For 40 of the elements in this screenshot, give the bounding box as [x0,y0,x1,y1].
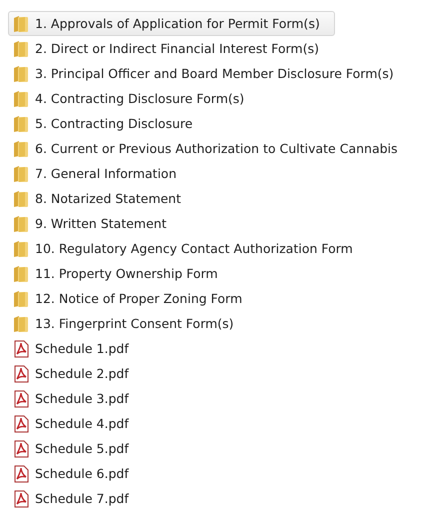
folder-icon [13,90,29,108]
pdf-file-icon [13,464,29,482]
file-item[interactable]: Schedule 2.pdf [8,361,335,386]
file-item[interactable]: Schedule 1.pdf [8,336,335,361]
file-item[interactable]: 3. Principal Officer and Board Member Disclosure Form(s) [8,61,401,86]
file-item[interactable]: 1. Approvals of Application for Permit Form(s) [8,11,335,36]
file-item[interactable]: Schedule 6.pdf [8,461,335,486]
folder-icon [13,40,29,58]
pdf-file-icon [13,390,29,408]
folder-icon [13,140,29,158]
file-item[interactable]: 9. Written Statement [8,211,335,236]
folder-icon [13,114,29,132]
file-item[interactable]: 5. Contracting Disclosure [8,111,335,136]
file-item[interactable]: Schedule 7.pdf [8,486,335,511]
pdf-file-icon [13,490,29,508]
folder-icon [13,290,29,308]
folder-icon [13,64,29,82]
file-item[interactable]: 2. Direct or Indirect Financial Interest Form(s) [8,36,335,61]
file-item[interactable]: Schedule 5.pdf [8,436,335,461]
file-item[interactable]: 4. Contracting Disclosure Form(s) [8,86,335,111]
file-item[interactable]: 12. Notice of Proper Zoning Form [8,286,335,311]
folder-icon [13,14,29,32]
folder-icon [13,314,29,332]
folder-icon [13,240,29,258]
file-item[interactable]: 7. General Information [8,161,335,186]
file-item[interactable]: 6. Current or Previous Authorization to Cultivate Cannabis [8,136,405,161]
pdf-file-icon [13,340,29,358]
pdf-file-icon [13,414,29,432]
file-item[interactable]: 8. Notarized Statement [8,186,335,211]
file-item[interactable]: 11. Property Ownership Form [8,261,335,286]
file-item[interactable]: Schedule 3.pdf [8,386,335,411]
folder-icon [13,164,29,182]
folder-icon [13,190,29,208]
pdf-file-icon [13,440,29,458]
folder-icon [13,214,29,232]
pdf-file-icon [13,364,29,382]
file-item[interactable]: 10. Regulatory Agency Contact Authorization Form [8,236,360,261]
file-item[interactable]: 13. Fingerprint Consent Form(s) [8,311,335,336]
folder-icon [13,264,29,282]
file-item[interactable]: Schedule 4.pdf [8,411,335,436]
